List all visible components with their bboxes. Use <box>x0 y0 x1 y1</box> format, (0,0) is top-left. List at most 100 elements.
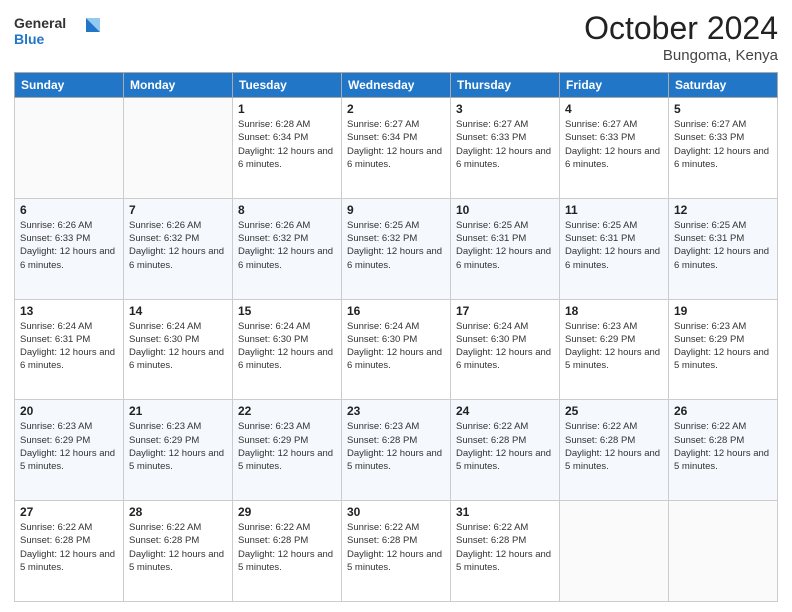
day-number: 25 <box>565 404 663 418</box>
calendar-cell: 8 Sunrise: 6:26 AM Sunset: 6:32 PM Daylig… <box>233 198 342 299</box>
day-number: 5 <box>674 102 772 116</box>
day-info: Sunrise: 6:23 AM Sunset: 6:29 PM Dayligh… <box>565 320 663 373</box>
calendar-cell: 10 Sunrise: 6:25 AM Sunset: 6:31 PM Dayli… <box>451 198 560 299</box>
day-header-monday: Monday <box>124 73 233 98</box>
logo: General Blue <box>14 10 104 57</box>
day-info: Sunrise: 6:23 AM Sunset: 6:28 PM Dayligh… <box>347 420 445 473</box>
week-row-2: 6 Sunrise: 6:26 AM Sunset: 6:33 PM Daylig… <box>15 198 778 299</box>
calendar-cell: 17 Sunrise: 6:24 AM Sunset: 6:30 PM Dayli… <box>451 299 560 400</box>
calendar-cell: 22 Sunrise: 6:23 AM Sunset: 6:29 PM Dayli… <box>233 400 342 501</box>
day-header-sunday: Sunday <box>15 73 124 98</box>
day-number: 9 <box>347 203 445 217</box>
calendar-cell: 5 Sunrise: 6:27 AM Sunset: 6:33 PM Daylig… <box>669 98 778 199</box>
day-info: Sunrise: 6:25 AM Sunset: 6:31 PM Dayligh… <box>674 219 772 272</box>
day-number: 28 <box>129 505 227 519</box>
calendar-body: 1 Sunrise: 6:28 AM Sunset: 6:34 PM Daylig… <box>15 98 778 602</box>
svg-text:General: General <box>14 15 66 31</box>
day-info: Sunrise: 6:22 AM Sunset: 6:28 PM Dayligh… <box>129 521 227 574</box>
day-number: 3 <box>456 102 554 116</box>
day-info: Sunrise: 6:24 AM Sunset: 6:30 PM Dayligh… <box>347 320 445 373</box>
day-info: Sunrise: 6:22 AM Sunset: 6:28 PM Dayligh… <box>674 420 772 473</box>
calendar-cell: 13Sunrise: 6:24 AM Sunset: 6:31 PM Dayli… <box>15 299 124 400</box>
calendar-cell: 24Sunrise: 6:22 AM Sunset: 6:28 PM Dayli… <box>451 400 560 501</box>
calendar-cell: 9Sunrise: 6:25 AM Sunset: 6:32 PM Daylig… <box>342 198 451 299</box>
day-number: 15 <box>238 304 336 318</box>
calendar-cell: 3 Sunrise: 6:27 AM Sunset: 6:33 PM Daylig… <box>451 98 560 199</box>
calendar-cell <box>669 501 778 602</box>
week-row-3: 13Sunrise: 6:24 AM Sunset: 6:31 PM Dayli… <box>15 299 778 400</box>
day-number: 30 <box>347 505 445 519</box>
day-number: 29 <box>238 505 336 519</box>
day-info: Sunrise: 6:22 AM Sunset: 6:28 PM Dayligh… <box>347 521 445 574</box>
logo-icon: General Blue <box>14 10 104 52</box>
day-number: 16 <box>347 304 445 318</box>
calendar-table: SundayMondayTuesdayWednesdayThursdayFrid… <box>14 72 778 602</box>
calendar-cell: 4 Sunrise: 6:27 AM Sunset: 6:33 PM Daylig… <box>560 98 669 199</box>
day-number: 19 <box>674 304 772 318</box>
day-info: Sunrise: 6:25 AM Sunset: 6:31 PM Dayligh… <box>565 219 663 272</box>
day-number: 20 <box>20 404 118 418</box>
day-info: Sunrise: 6:26 AM Sunset: 6:33 PM Dayligh… <box>20 219 118 272</box>
day-number: 8 <box>238 203 336 217</box>
calendar-cell: 11 Sunrise: 6:25 AM Sunset: 6:31 PM Dayli… <box>560 198 669 299</box>
day-info: Sunrise: 6:24 AM Sunset: 6:30 PM Dayligh… <box>238 320 336 373</box>
day-number: 4 <box>565 102 663 116</box>
day-info: Sunrise: 6:27 AM Sunset: 6:33 PM Dayligh… <box>456 118 554 171</box>
calendar-cell: 29 Sunrise: 6:22 AM Sunset: 6:28 PM Dayli… <box>233 501 342 602</box>
calendar-cell: 16 Sunrise: 6:24 AM Sunset: 6:30 PM Dayli… <box>342 299 451 400</box>
day-info: Sunrise: 6:23 AM Sunset: 6:29 PM Dayligh… <box>238 420 336 473</box>
week-row-4: 20 Sunrise: 6:23 AM Sunset: 6:29 PM Dayli… <box>15 400 778 501</box>
day-header-tuesday: Tuesday <box>233 73 342 98</box>
day-info: Sunrise: 6:25 AM Sunset: 6:31 PM Dayligh… <box>456 219 554 272</box>
svg-text:Blue: Blue <box>14 31 45 47</box>
day-number: 12 <box>674 203 772 217</box>
calendar-cell: 2Sunrise: 6:27 AM Sunset: 6:34 PM Daylig… <box>342 98 451 199</box>
day-info: Sunrise: 6:26 AM Sunset: 6:32 PM Dayligh… <box>129 219 227 272</box>
day-number: 17 <box>456 304 554 318</box>
day-info: Sunrise: 6:27 AM Sunset: 6:33 PM Dayligh… <box>565 118 663 171</box>
calendar-cell: 27 Sunrise: 6:22 AM Sunset: 6:28 PM Dayli… <box>15 501 124 602</box>
day-header-friday: Friday <box>560 73 669 98</box>
calendar-cell: 14Sunrise: 6:24 AM Sunset: 6:30 PM Dayli… <box>124 299 233 400</box>
calendar-cell: 25 Sunrise: 6:22 AM Sunset: 6:28 PM Dayli… <box>560 400 669 501</box>
day-info: Sunrise: 6:22 AM Sunset: 6:28 PM Dayligh… <box>20 521 118 574</box>
calendar-cell: 15 Sunrise: 6:24 AM Sunset: 6:30 PM Dayli… <box>233 299 342 400</box>
week-row-1: 1 Sunrise: 6:28 AM Sunset: 6:34 PM Daylig… <box>15 98 778 199</box>
day-info: Sunrise: 6:22 AM Sunset: 6:28 PM Dayligh… <box>565 420 663 473</box>
calendar-cell: 28 Sunrise: 6:22 AM Sunset: 6:28 PM Dayli… <box>124 501 233 602</box>
calendar-cell: 31Sunrise: 6:22 AM Sunset: 6:28 PM Dayli… <box>451 501 560 602</box>
day-info: Sunrise: 6:27 AM Sunset: 6:33 PM Dayligh… <box>674 118 772 171</box>
month-title: October 2024 <box>584 10 778 47</box>
day-number: 24 <box>456 404 554 418</box>
day-number: 1 <box>238 102 336 116</box>
day-info: Sunrise: 6:22 AM Sunset: 6:28 PM Dayligh… <box>456 521 554 574</box>
calendar-cell: 23 Sunrise: 6:23 AM Sunset: 6:28 PM Dayli… <box>342 400 451 501</box>
calendar-cell <box>15 98 124 199</box>
title-block: October 2024 Bungoma, Kenya <box>584 10 778 64</box>
day-info: Sunrise: 6:23 AM Sunset: 6:29 PM Dayligh… <box>129 420 227 473</box>
day-number: 22 <box>238 404 336 418</box>
day-number: 10 <box>456 203 554 217</box>
page: General Blue October 2024 Bungoma, Kenya… <box>0 0 792 612</box>
day-header-saturday: Saturday <box>669 73 778 98</box>
calendar-cell: 18Sunrise: 6:23 AM Sunset: 6:29 PM Dayli… <box>560 299 669 400</box>
day-info: Sunrise: 6:28 AM Sunset: 6:34 PM Dayligh… <box>238 118 336 171</box>
day-info: Sunrise: 6:26 AM Sunset: 6:32 PM Dayligh… <box>238 219 336 272</box>
day-number: 23 <box>347 404 445 418</box>
day-number: 27 <box>20 505 118 519</box>
calendar-cell: 1 Sunrise: 6:28 AM Sunset: 6:34 PM Daylig… <box>233 98 342 199</box>
calendar-cell: 20Sunrise: 6:23 AM Sunset: 6:29 PM Dayli… <box>15 400 124 501</box>
calendar-cell: 19Sunrise: 6:23 AM Sunset: 6:29 PM Dayli… <box>669 299 778 400</box>
day-number: 6 <box>20 203 118 217</box>
day-info: Sunrise: 6:24 AM Sunset: 6:30 PM Dayligh… <box>456 320 554 373</box>
day-info: Sunrise: 6:27 AM Sunset: 6:34 PM Dayligh… <box>347 118 445 171</box>
day-number: 21 <box>129 404 227 418</box>
day-number: 11 <box>565 203 663 217</box>
calendar-header-row: SundayMondayTuesdayWednesdayThursdayFrid… <box>15 73 778 98</box>
location: Bungoma, Kenya <box>584 47 778 64</box>
day-info: Sunrise: 6:24 AM Sunset: 6:31 PM Dayligh… <box>20 320 118 373</box>
day-info: Sunrise: 6:22 AM Sunset: 6:28 PM Dayligh… <box>238 521 336 574</box>
calendar-cell: 30 Sunrise: 6:22 AM Sunset: 6:28 PM Dayli… <box>342 501 451 602</box>
day-header-thursday: Thursday <box>451 73 560 98</box>
calendar-cell: 26Sunrise: 6:22 AM Sunset: 6:28 PM Dayli… <box>669 400 778 501</box>
